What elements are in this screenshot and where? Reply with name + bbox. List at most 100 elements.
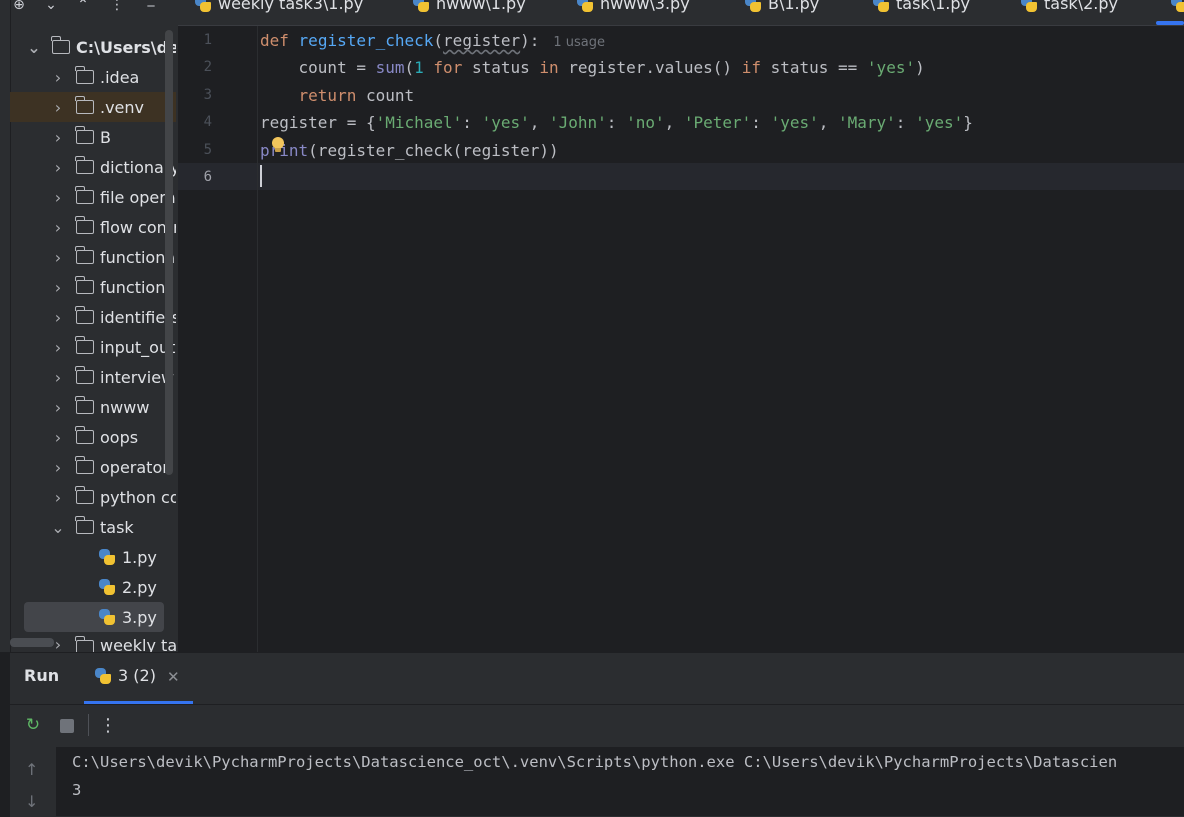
tree-item-b[interactable]: › B — [10, 122, 176, 152]
tree-file-1-py[interactable]: 1.py — [10, 542, 176, 572]
code-token: for — [433, 58, 463, 77]
arrow-up-icon[interactable]: ↑ — [25, 760, 38, 779]
chevron-right-icon[interactable]: › — [50, 68, 66, 87]
tree-item-venv[interactable]: › .venv — [10, 92, 176, 122]
tree-root[interactable]: ⌄ C:\Users\de — [10, 32, 176, 62]
arrow-down-icon[interactable]: ↓ — [25, 792, 38, 811]
tab-active-task-3-py[interactable] — [1170, 0, 1184, 14]
python-file-icon — [1170, 0, 1184, 12]
line-number: 1 — [203, 32, 212, 48]
code-token: , — [529, 113, 549, 132]
chevron-down-icon[interactable]: ⌄ — [50, 518, 66, 537]
chevron-right-icon[interactable]: › — [50, 248, 66, 267]
tree-file-label: 3.py — [122, 607, 157, 627]
tree-item-identifiers[interactable]: › identifiers — [10, 302, 176, 332]
tab-label: task\2.py — [1044, 0, 1118, 13]
code-token: 'yes' — [770, 113, 819, 132]
code-token: 'Peter' — [683, 113, 752, 132]
tree-file-3-py[interactable]: 3.py — [24, 602, 164, 632]
usage-hint[interactable]: 1 usage — [553, 35, 605, 50]
line-number: 6 — [203, 169, 212, 185]
tab-label: task\1.py — [896, 0, 970, 13]
chevron-right-icon[interactable]: › — [50, 308, 66, 327]
folder-icon — [75, 216, 94, 234]
tree-item-input-output[interactable]: › input_outp — [10, 332, 176, 362]
tab-task-2-py[interactable]: task\2.py — [1020, 0, 1118, 14]
tab-task-1-py[interactable]: task\1.py — [872, 0, 970, 14]
chevron-right-icon[interactable]: › — [50, 428, 66, 447]
tree-item-label: python co — [100, 487, 176, 507]
folder-icon — [75, 246, 94, 264]
tree-root-label: C:\Users\de — [76, 37, 176, 57]
tree-item-label: B — [100, 127, 111, 147]
editor-tabs: weekly task3\1.py nwww\1.py nwww\3.py B\… — [178, 0, 1184, 26]
project-horizontal-scrollbar[interactable] — [10, 638, 54, 647]
folder-icon — [75, 396, 94, 414]
tree-item-functions[interactable]: › functions — [10, 272, 176, 302]
chevron-right-icon[interactable]: › — [50, 338, 66, 357]
tree-item-oops[interactable]: › oops — [10, 422, 176, 452]
code-token: status == — [760, 58, 867, 77]
chevron-right-icon[interactable]: › — [50, 188, 66, 207]
tree-file-2-py[interactable]: 2.py — [10, 572, 176, 602]
close-icon[interactable]: ✕ — [167, 668, 180, 686]
code-token: 'Mary' — [838, 113, 896, 132]
bulb-icon-base — [275, 148, 281, 152]
tree-file-label: 1.py — [122, 547, 157, 567]
python-file-icon — [744, 0, 761, 12]
code-line-1[interactable]: def register_check(register): 1 usage — [260, 27, 605, 54]
code-token: register.values() — [558, 58, 742, 77]
code-token: , — [818, 113, 838, 132]
chevron-down-icon[interactable]: ⌄ — [26, 38, 42, 57]
code-token: 1 — [414, 58, 424, 77]
tree-item-file-operations[interactable]: › file operat — [10, 182, 176, 212]
tree-item-idea[interactable]: › .idea — [10, 62, 176, 92]
code-line-5[interactable]: print(register_check(register)) — [260, 137, 559, 164]
tab-b-1-py[interactable]: B\1.py — [744, 0, 819, 14]
tree-item-nwww[interactable]: › nwww — [10, 392, 176, 422]
code-token: in — [539, 58, 559, 77]
chevron-up-icon[interactable]: ⌃ — [72, 0, 94, 16]
run-tab[interactable]: 3 (2) — [94, 666, 156, 685]
line-number: 4 — [203, 114, 212, 130]
chevron-right-icon[interactable]: › — [50, 128, 66, 147]
tree-item-dictionary[interactable]: › dictionary — [10, 152, 176, 182]
chevron-right-icon[interactable]: › — [50, 218, 66, 237]
project-scrollbar[interactable] — [165, 30, 173, 475]
stop-icon[interactable] — [60, 719, 74, 733]
tab-nwww-3-py[interactable]: nwww\3.py — [576, 0, 690, 14]
more-icon[interactable]: ⋮ — [106, 0, 128, 16]
code-token: return — [298, 86, 357, 105]
tree-item-task[interactable]: ⌄ task — [10, 512, 176, 542]
code-token: 'Michael' — [375, 113, 463, 132]
chevron-right-icon[interactable]: › — [50, 98, 66, 117]
code-token: , — [664, 113, 684, 132]
tree-item-label: .venv — [100, 97, 145, 117]
chevron-right-icon[interactable]: › — [50, 488, 66, 507]
tree-item-interview[interactable]: › interview — [10, 362, 176, 392]
rerun-icon[interactable]: ↻ — [24, 715, 42, 735]
tree-item-functional[interactable]: › functional — [10, 242, 176, 272]
chevron-right-icon[interactable]: › — [50, 368, 66, 387]
python-file-icon — [98, 608, 116, 626]
folder-icon — [75, 636, 94, 652]
code-line-2[interactable]: count = sum(1 for status in register.val… — [260, 54, 925, 81]
code-line-3[interactable]: return count — [260, 82, 415, 109]
tab-nwww-1-py[interactable]: nwww\1.py — [412, 0, 526, 14]
tree-item-python-concepts[interactable]: › python co — [10, 482, 176, 512]
chevron-down-icon[interactable]: ⌄ — [40, 0, 62, 16]
run-tab-label: 3 (2) — [118, 666, 156, 685]
tree-item-operator[interactable]: › operator — [10, 452, 176, 482]
minimize-icon[interactable]: _ — [140, 0, 162, 10]
chevron-right-icon[interactable]: › — [50, 158, 66, 177]
add-icon[interactable]: ⊕ — [8, 0, 30, 16]
tab-weekly-task3-1-py[interactable]: weekly task3\1.py — [194, 0, 363, 14]
chevron-right-icon[interactable]: › — [50, 278, 66, 297]
python-file-icon — [576, 0, 593, 12]
chevron-right-icon[interactable]: › — [50, 398, 66, 417]
folder-icon — [75, 336, 94, 354]
tree-item-flow-control[interactable]: › flow contr — [10, 212, 176, 242]
chevron-right-icon[interactable]: › — [50, 458, 66, 477]
code-line-4[interactable]: register = {'Michael': 'yes', 'John': 'n… — [260, 109, 973, 136]
more-icon[interactable]: ⋮ — [99, 714, 117, 736]
